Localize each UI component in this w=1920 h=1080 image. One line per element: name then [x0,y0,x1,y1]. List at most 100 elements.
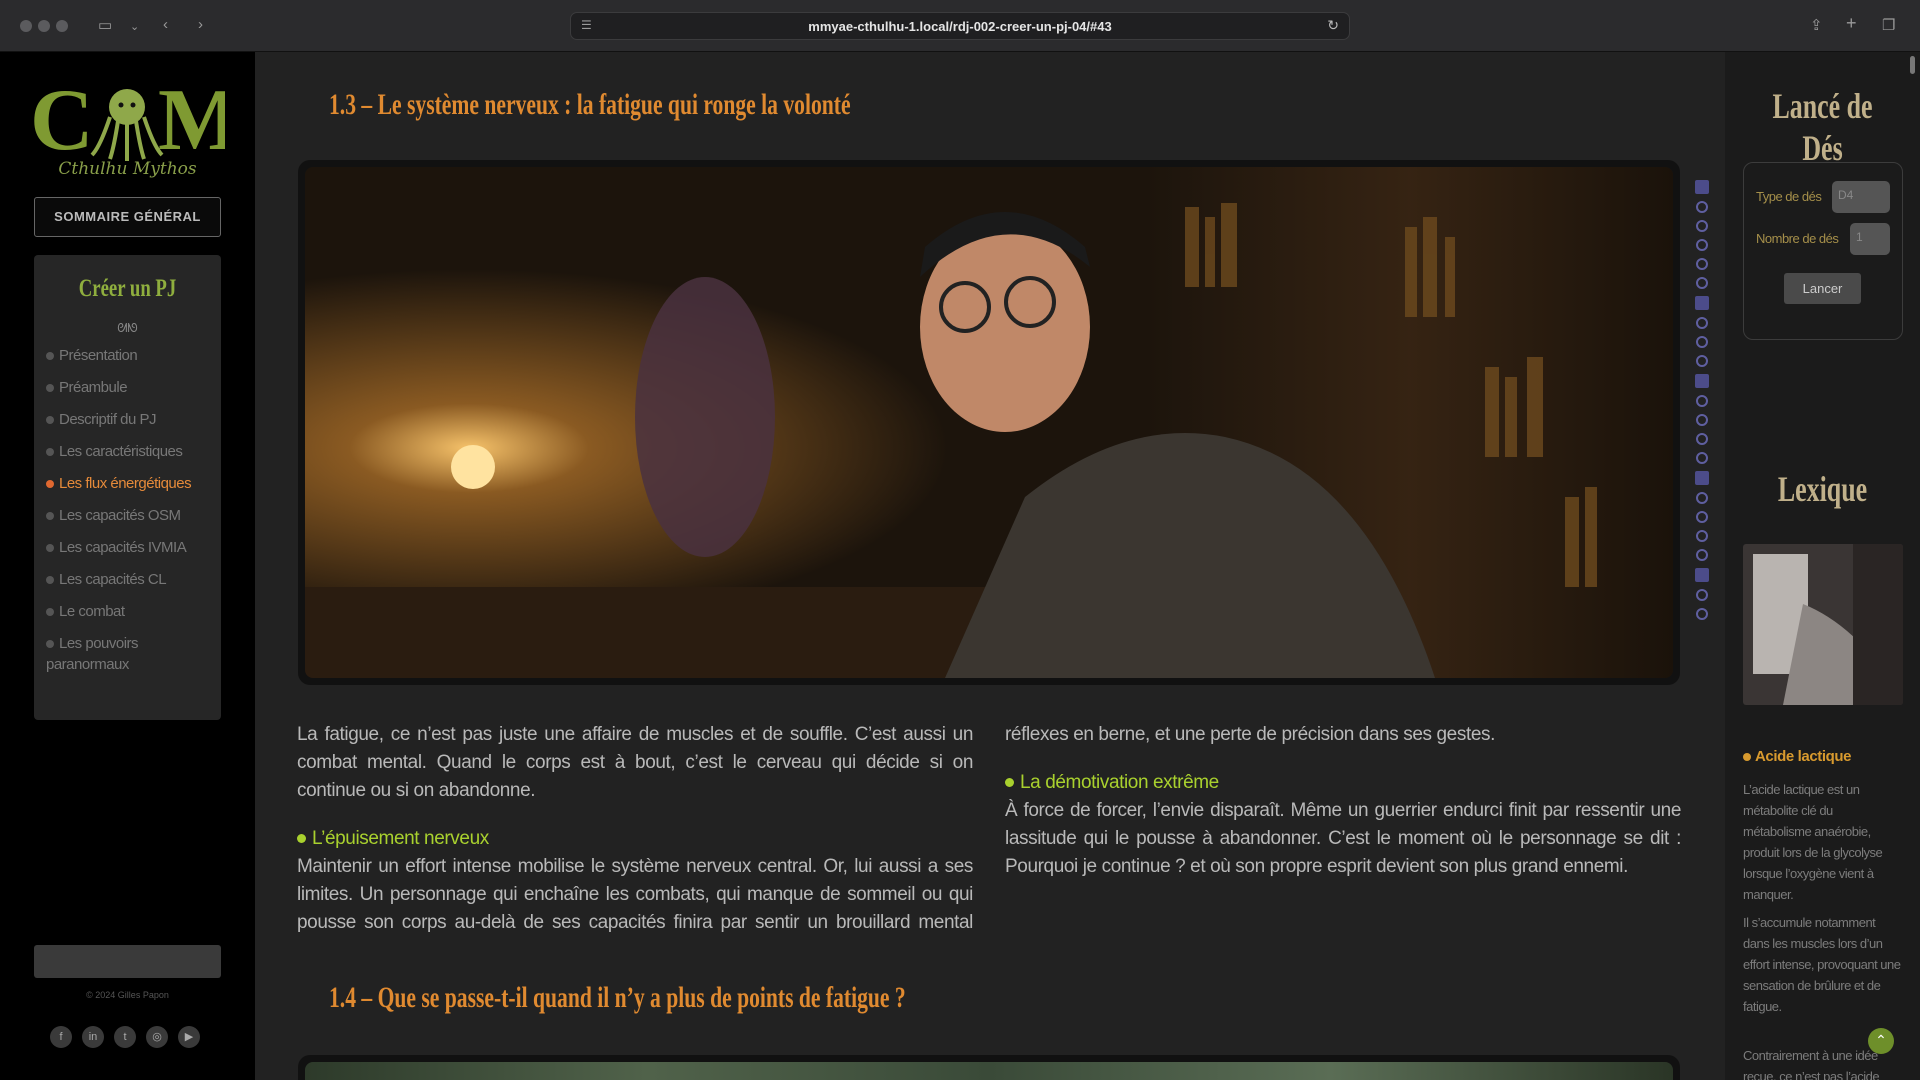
toc-item-flux-energetiques[interactable]: Les flux énergétiques [46,473,216,494]
main-content: 1.3 – Le système nerveux : la fatigue qu… [255,52,1725,1080]
bullet-icon [46,384,54,393]
svg-text:M: M [158,77,225,169]
dice-type-label: Type de dés [1756,189,1822,204]
right-sidebar: Lancé de Dés Type de dés D4 Nombre de dé… [1725,52,1920,1080]
spy-square-icon[interactable] [1695,471,1709,485]
spy-dot-icon[interactable] [1696,239,1708,251]
lexicon-image [1743,544,1903,705]
close-window-icon[interactable] [20,20,32,32]
bullet-icon [46,544,54,553]
toc-item-combat[interactable]: Le combat [46,601,216,622]
bullet-icon [46,480,54,489]
bullet-icon [46,640,54,649]
spy-dot-icon[interactable] [1696,452,1708,464]
toc-item-presentation[interactable]: Présentation [46,345,216,366]
spy-dot-icon[interactable] [1696,336,1708,348]
section-title-1-4: 1.4 – Que se passe-t-il quand il n’y a p… [329,981,906,1014]
spy-dot-icon[interactable] [1696,492,1708,504]
dice-type-select[interactable]: D4 [1832,181,1890,213]
toc-item-capacites-osm[interactable]: Les capacités OSM [46,505,216,526]
toc-item-caracteristiques[interactable]: Les caractéristiques [46,441,216,462]
new-tab-icon[interactable]: + [1846,13,1857,34]
toc-item-pouvoirs[interactable]: Les pouvoirs paranormaux [46,633,216,675]
epuisement-paragraph: Maintenir un effort intense mobilise le … [297,856,973,933]
logo-subtitle: Cthulhu Mythos [58,159,197,179]
spy-dot-icon[interactable] [1696,433,1708,445]
spy-dot-icon[interactable] [1696,530,1708,542]
second-image [298,1055,1680,1080]
ornament-icon: ᘛᘚ [117,321,138,335]
linkedin-icon[interactable]: in [82,1026,104,1048]
tab-overview-icon[interactable]: ❐ [1882,16,1895,34]
instagram-icon[interactable]: ◎ [146,1026,168,1048]
dice-roller: Type de dés D4 Nombre de dés 1 Lancer [1743,162,1903,340]
share-icon[interactable]: ⇪ [1810,16,1823,34]
address-bar[interactable]: ☰ mmyae-cthulhu-1.local/rdj-002-creer-un… [570,12,1350,40]
bullet-icon [1743,753,1751,762]
lexicon-definition-1: L’acide lactique est un métabolite clé d… [1743,782,1883,902]
minimize-window-icon[interactable] [38,20,50,32]
roll-button[interactable]: Lancer [1784,273,1861,304]
hero-image [298,160,1680,685]
scroll-to-top-button[interactable]: ⌃ [1868,1028,1894,1054]
lexicon-term[interactable]: Acide lactique [1743,748,1852,765]
bullet-icon [1005,778,1014,788]
spy-dot-icon[interactable] [1696,317,1708,329]
youtube-icon[interactable]: ▶ [178,1026,200,1048]
lexicon-title: Lexique [1777,469,1868,509]
dice-count-label: Nombre de dés [1756,231,1839,246]
reload-icon[interactable]: ↻ [1327,17,1339,34]
table-of-contents: Créer un PJ ᘛᘚ Présentation Préambule De… [34,255,221,720]
spy-dot-icon[interactable] [1696,549,1708,561]
spy-dot-icon[interactable] [1696,201,1708,213]
bullet-icon [297,834,306,844]
lexicon-definition-2: Il s’accumule notamment dans les muscles… [1743,915,1901,1014]
sidebar-search-input[interactable] [34,945,221,978]
intro-paragraph: La fatigue, ce n’est pas juste une affai… [297,724,973,801]
text-column-left: La fatigue, ce n’est pas juste une affai… [297,721,973,957]
spy-dot-icon[interactable] [1696,608,1708,620]
text-column-right: réflexes en berne, et une perte de préci… [1005,721,1681,901]
toc-item-capacites-ivmia[interactable]: Les capacités IVMIA [46,537,216,558]
back-icon[interactable]: ‹ [163,16,168,33]
sidebar-toggle-icon[interactable]: ▭ [98,16,112,34]
social-links: f in t ◎ ▶ [50,1026,210,1048]
page-scrollbar[interactable] [1910,56,1915,74]
spy-dot-icon[interactable] [1696,258,1708,270]
toc-item-preambule[interactable]: Préambule [46,377,216,398]
scholar-illustration [305,167,1673,678]
toc-title: Créer un PJ [78,275,177,302]
zoom-window-icon[interactable] [56,20,68,32]
spy-dot-icon[interactable] [1696,277,1708,289]
spy-square-icon[interactable] [1695,568,1709,582]
spy-dot-icon[interactable] [1696,414,1708,426]
dice-title: Lancé de Dés [1772,86,1873,168]
summary-button[interactable]: SOMMAIRE GÉNÉRAL [34,197,221,237]
dice-count-select[interactable]: 1 [1850,223,1890,255]
section-title-1-3: 1.3 – Le système nerveux : la fatigue qu… [329,88,851,121]
chevron-down-icon[interactable]: ⌄ [130,20,139,33]
subheading-demotivation: La démotivation extrême [1005,769,1681,797]
demotivation-paragraph: À force de forcer, l’envie disparaît. Mê… [1005,800,1681,877]
toc-item-capacites-cl[interactable]: Les capacités CL [46,569,216,590]
forward-icon[interactable]: › [198,16,203,33]
spy-square-icon[interactable] [1695,374,1709,388]
spy-dot-icon[interactable] [1696,511,1708,523]
subheading-epuisement: L’épuisement nerveux [297,825,973,853]
copyright: © 2024 Gilles Papon [86,990,169,1000]
spy-dot-icon[interactable] [1696,395,1708,407]
section-scroll-spy[interactable] [1695,180,1709,627]
bullet-icon [46,512,54,521]
spy-dot-icon[interactable] [1696,355,1708,367]
spy-dot-icon[interactable] [1696,589,1708,601]
spy-dot-icon[interactable] [1696,220,1708,232]
bullet-icon [46,352,54,361]
spy-square-icon[interactable] [1695,180,1709,194]
bullet-icon [46,448,54,457]
browser-toolbar: ▭ ⌄ ‹ › ☰ mmyae-cthulhu-1.local/rdj-002-… [0,0,1920,52]
toc-item-descriptif[interactable]: Descriptif du PJ [46,409,216,430]
spy-square-icon[interactable] [1695,296,1709,310]
left-sidebar: C M Cthulhu Mythos SOMMAIRE GÉNÉRAL Crée… [0,52,255,1080]
twitter-icon[interactable]: t [114,1026,136,1048]
facebook-icon[interactable]: f [50,1026,72,1048]
